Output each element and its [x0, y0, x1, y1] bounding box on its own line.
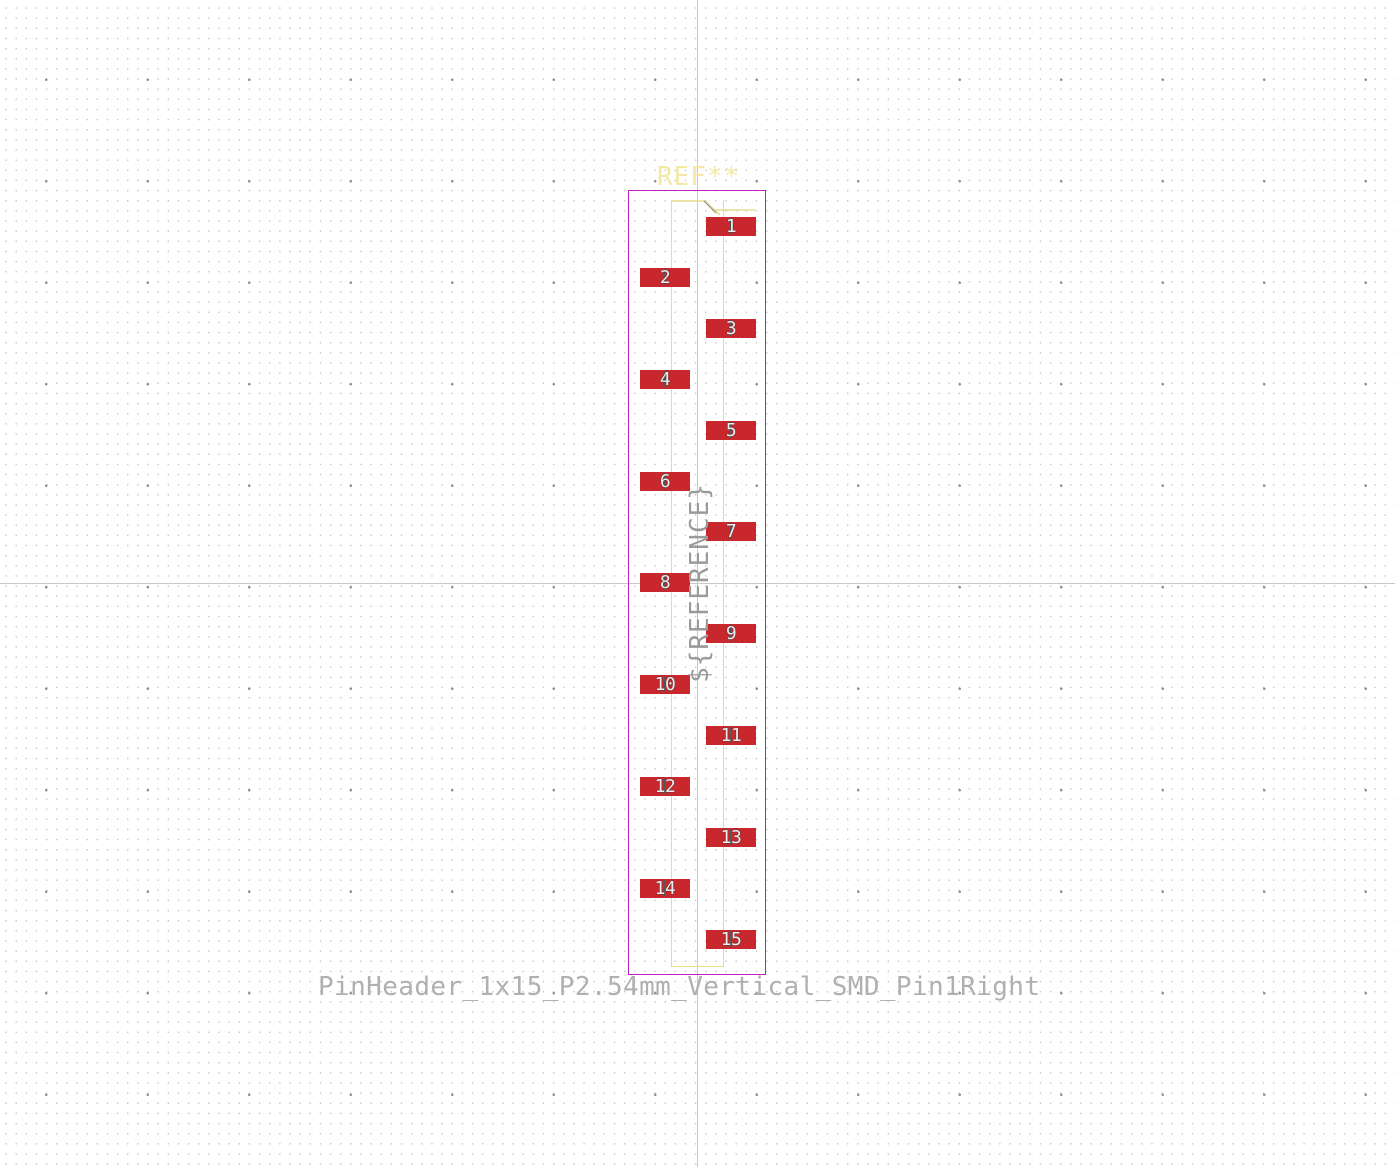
pad-4[interactable]: 4 — [640, 368, 690, 390]
pad-number: 15 — [720, 928, 742, 950]
pad-number: 6 — [659, 470, 671, 492]
pad-5[interactable]: 5 — [706, 419, 756, 441]
reference-field-label[interactable]: ${REFERENCE} — [685, 483, 715, 683]
pad-number: 13 — [720, 826, 742, 848]
pad-number: 3 — [725, 317, 737, 339]
pad-15[interactable]: 15 — [706, 928, 756, 950]
pad-number: 14 — [654, 877, 676, 899]
pad-13[interactable]: 13 — [706, 826, 756, 848]
pad-11[interactable]: 11 — [706, 726, 756, 745]
pad-1[interactable]: 1 — [706, 217, 756, 236]
pad-3[interactable]: 3 — [706, 317, 756, 339]
pad-number: 1 — [725, 216, 737, 237]
pcb-canvas[interactable]: 1 2 3 4 5 6 7 8 9 10 11 12 13 14 15 REF** ${REFERENCE}… — [0, 0, 1395, 1167]
pad-number: 5 — [725, 419, 737, 441]
pad-6[interactable]: 6 — [640, 470, 690, 492]
pad-number: 2 — [659, 266, 671, 288]
value-label[interactable]: PinHeader_1x15_P2.54mm_Vertical_SMD_Pin1… — [318, 972, 1040, 1002]
pad-number: 4 — [659, 368, 671, 390]
pad-number: 10 — [654, 674, 676, 696]
pad-12[interactable]: 12 — [640, 775, 690, 797]
pad-8[interactable]: 8 — [640, 572, 690, 594]
pad-10[interactable]: 10 — [640, 674, 690, 696]
pad-number: 12 — [654, 775, 676, 797]
pad-14[interactable]: 14 — [640, 877, 690, 899]
pad-number: 11 — [720, 725, 742, 746]
pad-number: 8 — [659, 572, 671, 594]
pad-2[interactable]: 2 — [640, 266, 690, 288]
reference-label[interactable]: REF** — [657, 162, 740, 192]
